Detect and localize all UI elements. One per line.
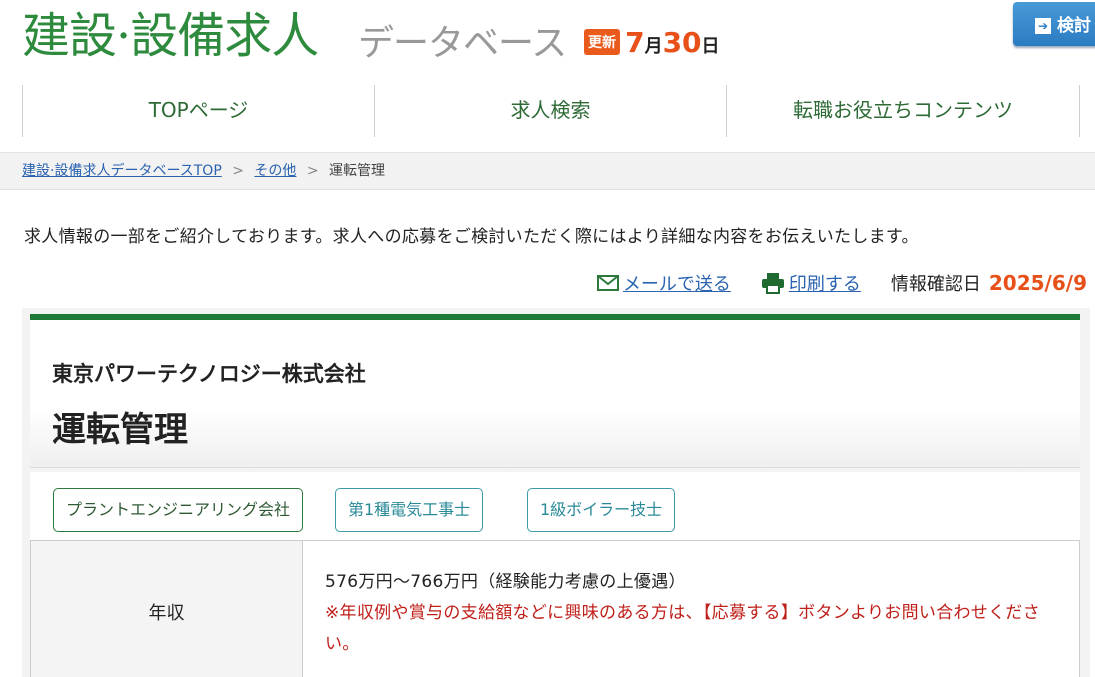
salary-label: 年収 bbox=[31, 541, 303, 677]
tag-electrician-class1[interactable]: 第1種電気工事士 bbox=[335, 488, 484, 532]
breadcrumb-link-top[interactable]: 建設·設備求人データベースTOP bbox=[22, 163, 222, 179]
site-header: 建設·設備求人 データベース 更新 7月30日 ➔ 検討 bbox=[0, 0, 1095, 72]
update-badge: 更新 bbox=[584, 28, 620, 55]
job-tags: プラントエンジニアリング会社 第1種電気工事士 1級ボイラー技士 bbox=[30, 472, 1080, 540]
update-day: 30 bbox=[662, 26, 702, 59]
tag-boiler-engineer-class1[interactable]: 1級ボイラー技士 bbox=[527, 488, 676, 532]
intro-text: 求人情報の一部をご紹介しております。求人への応募をご検討いただく際にはより詳細な… bbox=[24, 227, 919, 247]
printer-icon bbox=[761, 273, 784, 294]
info-confirmed-label: 情報確認日 bbox=[890, 274, 981, 295]
breadcrumb: 建設·設備求人データベースTOP > その他 > 運転管理 bbox=[0, 152, 1095, 190]
nav-item-job-search[interactable]: 求人検索 bbox=[374, 85, 726, 137]
site-logo-sub[interactable]: データベース bbox=[358, 18, 567, 70]
print-link[interactable]: 印刷する bbox=[761, 270, 861, 296]
update-date: 更新 7月30日 bbox=[584, 26, 720, 62]
consider-list-label: 検討 bbox=[1057, 16, 1091, 36]
global-nav: TOPページ 求人検索 転職お役立ちコンテンツ bbox=[22, 85, 1082, 137]
consider-list-button[interactable]: ➔ 検討 bbox=[1013, 2, 1095, 46]
job-card: 東京パワーテクノロジー株式会社 運転管理 プラントエンジニアリング会社 第1種電… bbox=[22, 308, 1090, 677]
salary-value: 576万円〜766万円（経験能力考慮の上優遇） bbox=[325, 572, 686, 592]
breadcrumb-current: 運転管理 bbox=[329, 163, 386, 179]
mail-icon bbox=[596, 275, 619, 291]
salary-note: ※年収例や賞与の支給額などに興味のある方は、【応募する】ボタンよりお問い合わせく… bbox=[325, 603, 1041, 654]
nav-item-top[interactable]: TOPページ bbox=[22, 85, 374, 137]
site-logo[interactable]: 建設·設備求人 bbox=[22, 2, 319, 70]
send-mail-link[interactable]: メールで送る bbox=[596, 270, 731, 296]
tag-plant-engineering[interactable]: プラントエンジニアリング会社 bbox=[53, 488, 304, 532]
company-name: 東京パワーテクノロジー株式会社 bbox=[52, 362, 366, 386]
info-confirmed-date: 2025/6/9 bbox=[988, 271, 1087, 295]
breadcrumb-link-other[interactable]: その他 bbox=[254, 163, 296, 179]
update-month: 7 bbox=[625, 26, 645, 59]
arrow-right-icon: ➔ bbox=[1035, 18, 1051, 34]
salary-row: 年収 576万円〜766万円（経験能力考慮の上優遇） ※年収例や賞与の支給額など… bbox=[30, 540, 1080, 677]
chevron-right-icon: > bbox=[232, 163, 244, 179]
job-actions: メールで送る 印刷する 情報確認日 2025/6/9 bbox=[596, 268, 1087, 298]
chevron-right-icon: > bbox=[306, 163, 319, 179]
job-title: 運転管理 bbox=[52, 410, 188, 450]
job-card-header: 東京パワーテクノロジー株式会社 運転管理 bbox=[30, 314, 1080, 468]
salary-cell: 576万円〜766万円（経験能力考慮の上優遇） ※年収例や賞与の支給額などに興味… bbox=[303, 541, 1055, 677]
nav-item-career-contents[interactable]: 転職お役立ちコンテンツ bbox=[726, 85, 1080, 137]
